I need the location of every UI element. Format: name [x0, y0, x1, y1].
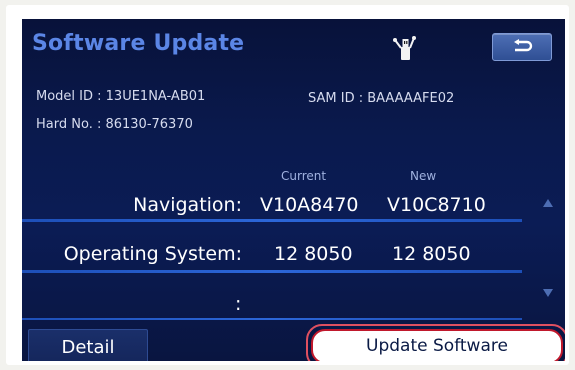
update-highlight: Update Software	[306, 324, 565, 361]
update-software-button[interactable]: Update Software	[311, 329, 563, 361]
sam-id: SAM ID : BAAAAAFE02	[308, 91, 455, 106]
software-update-screen: Software Update Model ID : 13UE1NA-AB01 …	[22, 19, 565, 361]
navigation-label: Navigation:	[133, 194, 242, 216]
os-new-version: 12 8050	[392, 243, 471, 265]
usb-icon	[393, 36, 416, 60]
part-number: Hard No. : 86130-76370	[36, 117, 193, 132]
new-column-header: New	[410, 169, 437, 183]
navigation-current-version: V10A8470	[260, 194, 359, 216]
os-current-version: 12 8050	[274, 243, 353, 265]
return-arrow-icon	[514, 39, 533, 52]
back-button[interactable]	[492, 33, 552, 61]
row-separator	[22, 219, 522, 222]
scroll-up-icon[interactable]	[542, 197, 554, 209]
empty-row-label: :	[235, 293, 242, 315]
navigation-new-version: V10C8710	[387, 194, 486, 216]
scroll-down-icon[interactable]	[542, 287, 554, 299]
current-column-header: Current	[281, 169, 327, 183]
detail-button[interactable]: Detail	[28, 329, 148, 361]
operating-system-label: Operating System:	[63, 243, 242, 265]
page-title: Software Update	[32, 31, 245, 56]
model-id: Model ID : 13UE1NA-AB01	[36, 89, 206, 104]
display-frame: Software Update Model ID : 13UE1NA-AB01 …	[6, 5, 569, 365]
row-separator	[22, 318, 522, 320]
row-separator	[22, 270, 522, 273]
